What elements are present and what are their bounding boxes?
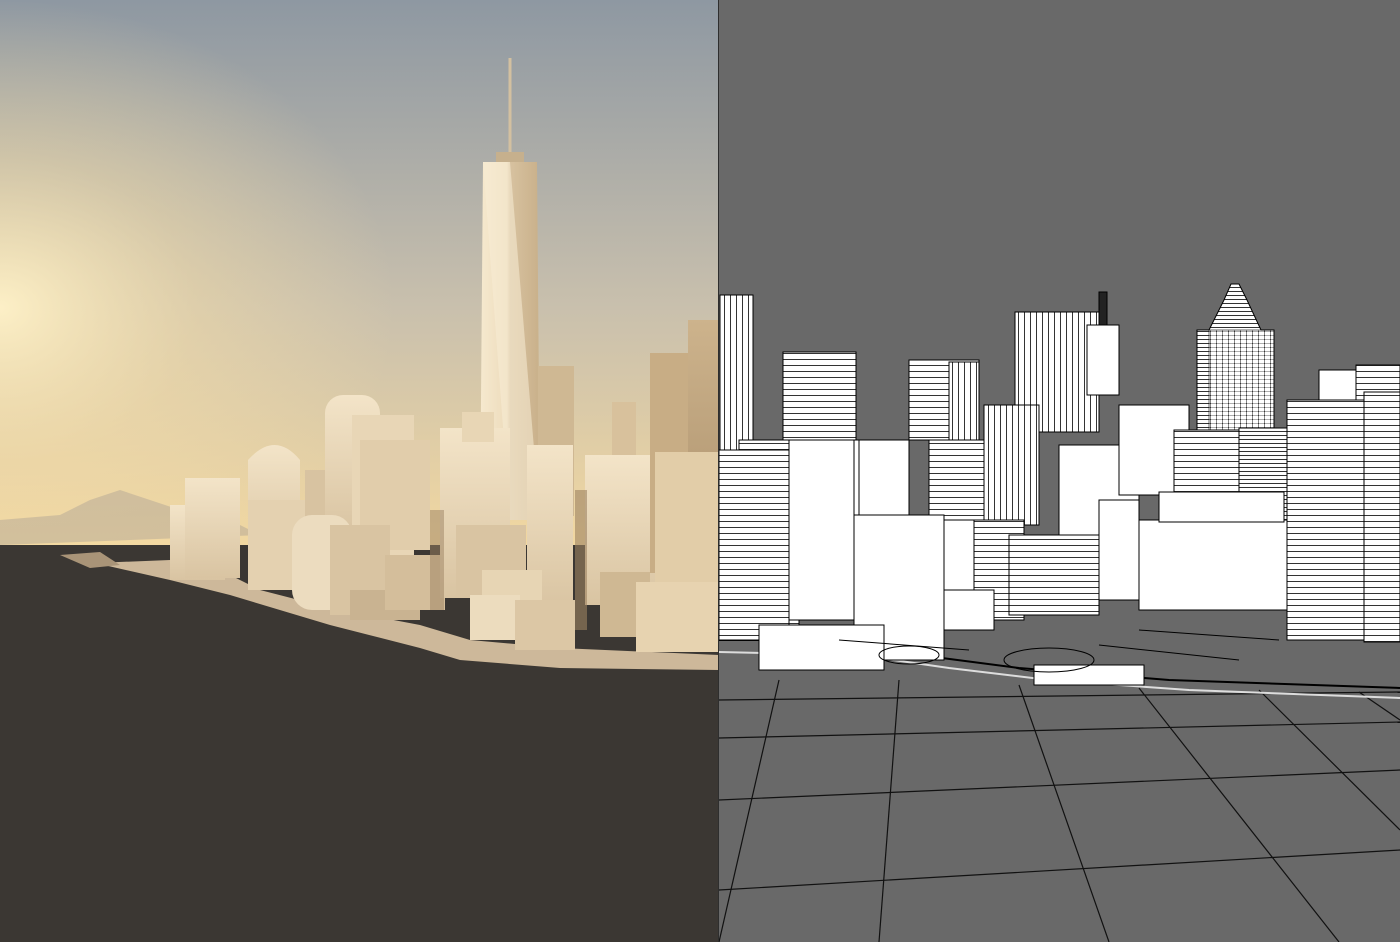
- wire-building: [1363, 391, 1400, 643]
- building: [655, 452, 719, 592]
- wire-building: [758, 624, 885, 671]
- wire-building: [719, 449, 790, 641]
- tower-crown: [496, 152, 524, 162]
- wire-building: [719, 294, 754, 456]
- wire-building: [1008, 534, 1100, 616]
- wire-building: [983, 404, 1040, 526]
- building: [185, 478, 240, 578]
- wire-building: [788, 439, 855, 621]
- building: [515, 600, 575, 650]
- render-svg: [0, 0, 719, 942]
- shadow: [575, 490, 587, 630]
- wire-building: [1033, 664, 1145, 686]
- wireframe-svg: [719, 0, 1400, 942]
- wire-building: [1138, 519, 1290, 611]
- wire-building: [943, 589, 995, 631]
- building: [462, 412, 494, 442]
- wire-building: [1098, 499, 1140, 601]
- building: [636, 582, 719, 652]
- shadow: [430, 510, 444, 610]
- wire-building: [1158, 491, 1285, 523]
- building: [470, 595, 520, 640]
- split-city-render: [0, 0, 1400, 942]
- wire-building: [1286, 399, 1368, 641]
- wireframe-city-view: [719, 0, 1400, 942]
- rendered-city-view: [0, 0, 719, 942]
- wire-building: [858, 439, 910, 521]
- wire-building: [1086, 324, 1120, 396]
- wire-building: [1208, 329, 1275, 431]
